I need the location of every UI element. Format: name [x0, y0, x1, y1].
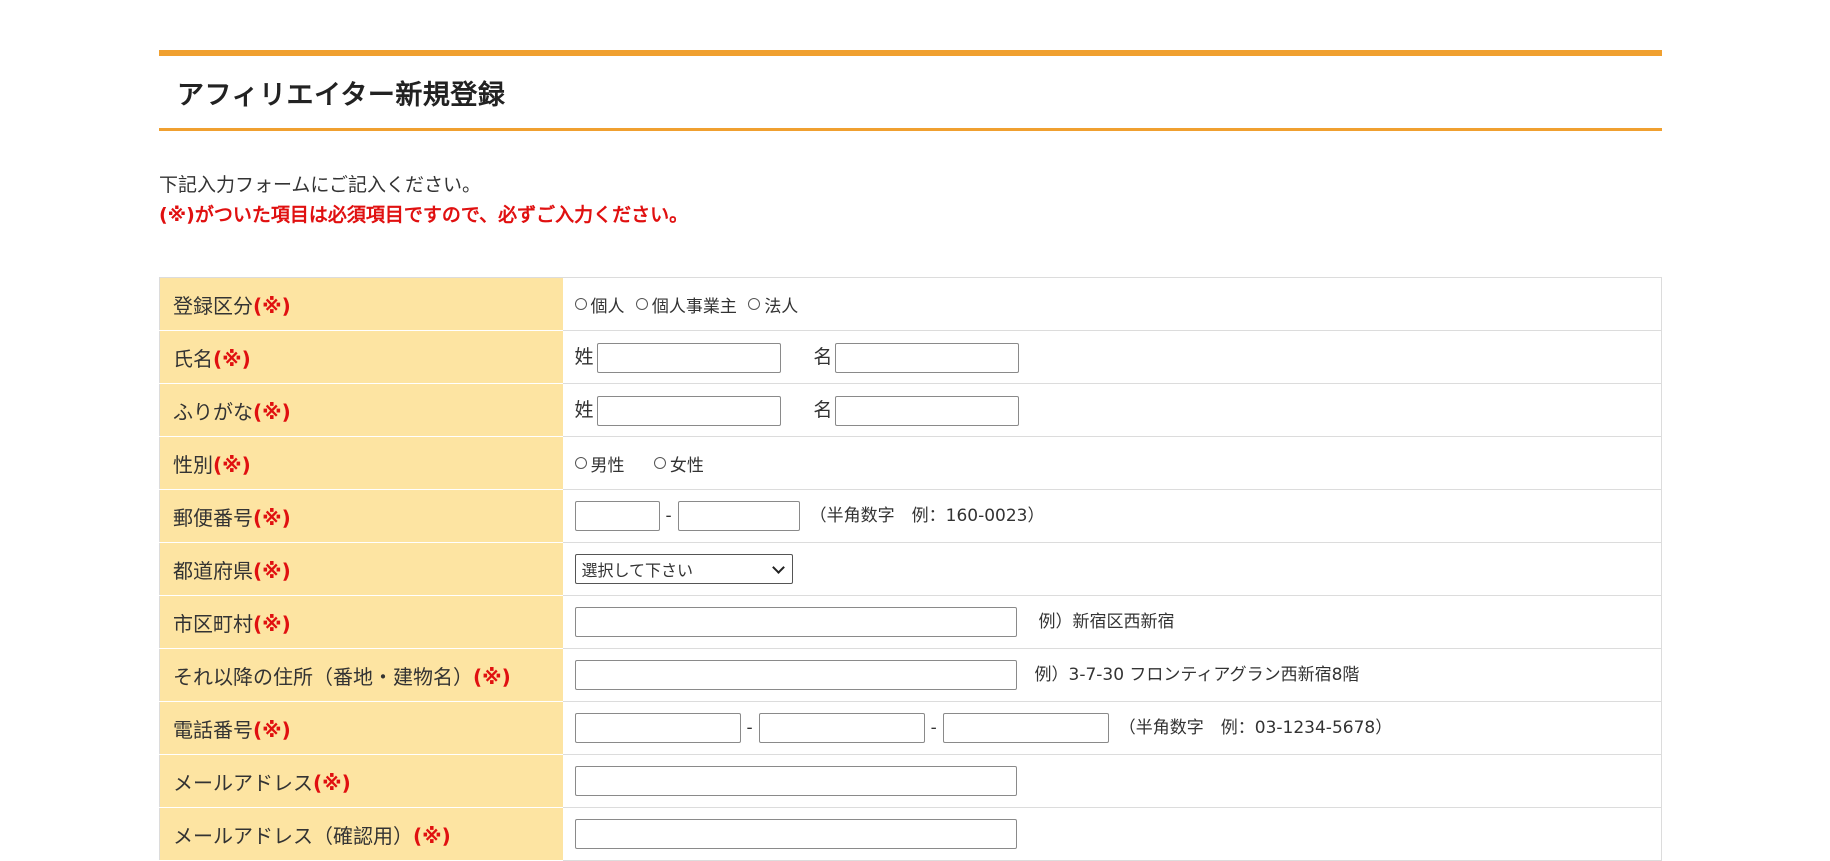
phone-separator: -	[746, 718, 753, 738]
last-name-input[interactable]	[596, 342, 781, 373]
required-mark: (※)	[473, 664, 511, 689]
phone-separator: -	[930, 718, 937, 738]
radio-circle-icon	[574, 298, 587, 310]
postal-code-hint: （半角数字 例：160-0023）	[809, 506, 1045, 526]
label-name: 氏名(※)	[159, 330, 563, 384]
required-mark: (※)	[253, 558, 291, 583]
furigana-last-label: 姓	[574, 398, 594, 421]
label-email-confirm: メールアドレス（確認用）(※)	[159, 807, 563, 861]
radio-circle-icon	[748, 298, 761, 310]
furigana-first-label: 名	[813, 398, 833, 421]
required-mark: (※)	[253, 505, 291, 530]
row-city: 市区町村(※) 例）新宿区西新宿	[159, 595, 1662, 649]
postal-code-second-input[interactable]	[677, 501, 800, 531]
address-rest-input[interactable]	[574, 660, 1017, 690]
email-input[interactable]	[574, 766, 1017, 796]
row-name: 氏名(※) 姓 名	[159, 330, 1662, 384]
phone-last-input[interactable]	[942, 713, 1109, 743]
label-city: 市区町村(※)	[159, 595, 563, 649]
row-phone: 電話番号(※) - - （半角数字 例：03-1234-5678）	[159, 701, 1662, 755]
phone-area-input[interactable]	[574, 713, 741, 743]
required-mark: (※)	[253, 399, 291, 424]
page-header: アフィリエイター新規登録	[159, 50, 1662, 131]
registration-form: 登録区分(※) 個人 個人事業主 法人 氏名(※) 姓 名 ふりがな(※) 姓 …	[159, 277, 1662, 861]
page-title: アフィリエイター新規登録	[177, 79, 506, 111]
required-mark: (※)	[313, 770, 351, 795]
registration-page: アフィリエイター新規登録 下記入力フォームにご記入ください。 (※)がついた項目…	[159, 50, 1662, 861]
city-input[interactable]	[574, 607, 1017, 637]
chevron-down-icon	[771, 560, 785, 574]
label-prefecture: 都道府県(※)	[159, 542, 563, 596]
address-rest-hint: 例）3-7-30 フロンティアグラン西新宿8階	[1034, 665, 1360, 685]
postal-separator: -	[665, 506, 672, 526]
first-name-label: 名	[813, 345, 833, 368]
row-gender: 性別(※) 男性 女性	[159, 436, 1662, 490]
required-mark: (※)	[213, 346, 251, 371]
radio-individual[interactable]: 個人	[574, 292, 625, 317]
row-prefecture: 都道府県(※) 選択して下さい	[159, 542, 1662, 596]
required-mark: (※)	[413, 823, 451, 848]
label-postal-code: 郵便番号(※)	[159, 489, 563, 543]
required-mark: (※)	[213, 452, 251, 477]
row-furigana: ふりがな(※) 姓 名	[159, 383, 1662, 437]
label-gender: 性別(※)	[159, 436, 563, 490]
email-confirm-input[interactable]	[574, 819, 1017, 849]
required-mark: (※)	[253, 717, 291, 742]
label-email: メールアドレス(※)	[159, 754, 563, 808]
required-mark: (※)	[253, 293, 291, 318]
phone-hint: （半角数字 例：03-1234-5678）	[1118, 718, 1393, 738]
label-registration-type: 登録区分(※)	[159, 277, 563, 331]
row-registration-type: 登録区分(※) 個人 個人事業主 法人	[159, 277, 1662, 331]
radio-circle-icon	[653, 457, 666, 469]
phone-middle-input[interactable]	[758, 713, 925, 743]
first-name-input[interactable]	[835, 342, 1020, 373]
row-email-confirm: メールアドレス（確認用）(※)	[159, 807, 1662, 861]
city-hint: 例）新宿区西新宿	[1038, 612, 1175, 632]
radio-sole-proprietor[interactable]: 個人事業主	[635, 292, 737, 317]
row-email: メールアドレス(※)	[159, 754, 1662, 808]
label-phone: 電話番号(※)	[159, 701, 563, 755]
furigana-first-input[interactable]	[835, 395, 1020, 426]
radio-female[interactable]: 女性	[653, 451, 704, 476]
postal-code-first-input[interactable]	[574, 501, 660, 531]
last-name-label: 姓	[574, 345, 594, 368]
intro-section: 下記入力フォームにご記入ください。 (※)がついた項目は必須項目ですので、必ずご…	[159, 170, 1662, 230]
row-postal-code: 郵便番号(※) - （半角数字 例：160-0023）	[159, 489, 1662, 543]
radio-circle-icon	[635, 298, 648, 310]
label-address-rest: それ以降の住所（番地・建物名）(※)	[159, 648, 563, 702]
radio-corporation[interactable]: 法人	[748, 292, 798, 317]
required-note: (※)がついた項目は必須項目ですので、必ずご入力ください。	[159, 204, 689, 226]
intro-text: 下記入力フォームにご記入ください。	[159, 174, 482, 196]
radio-circle-icon	[574, 457, 587, 469]
row-address-rest: それ以降の住所（番地・建物名）(※) 例）3-7-30 フロンティアグラン西新宿…	[159, 648, 1662, 702]
furigana-last-input[interactable]	[596, 395, 781, 426]
prefecture-select[interactable]: 選択して下さい	[574, 554, 793, 584]
radio-male[interactable]: 男性	[574, 451, 625, 476]
label-furigana: ふりがな(※)	[159, 383, 563, 437]
required-mark: (※)	[253, 611, 291, 636]
